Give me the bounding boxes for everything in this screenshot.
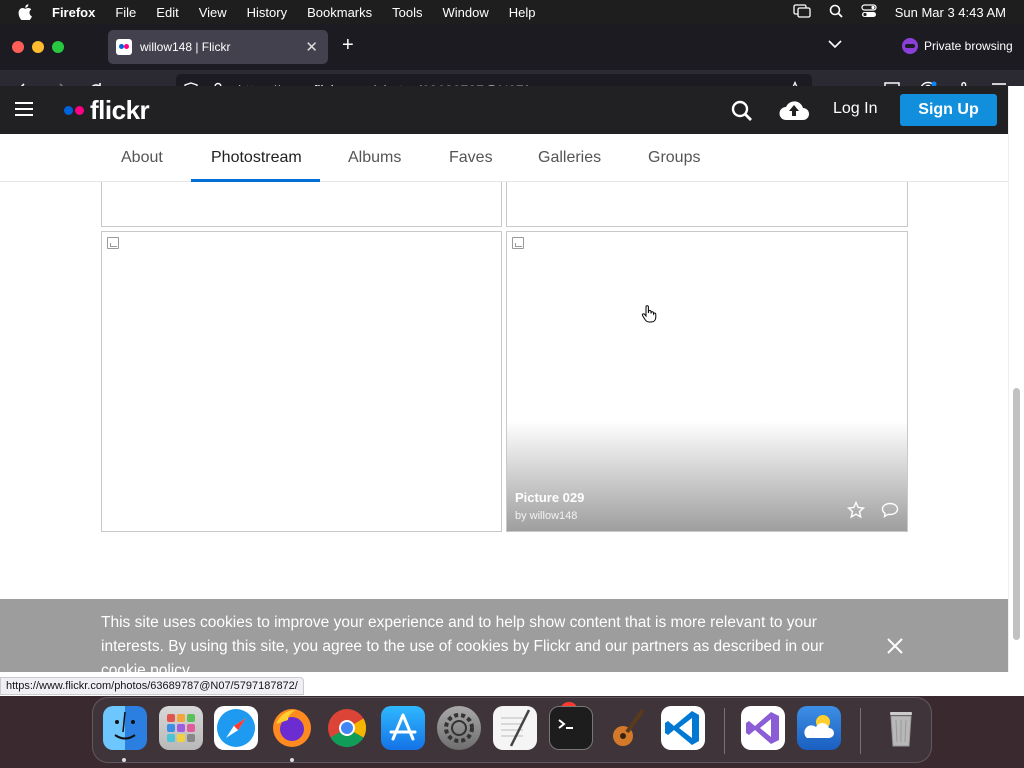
page-scrollbar-thumb[interactable] bbox=[1013, 388, 1020, 640]
tab-photostream[interactable]: Photostream bbox=[211, 149, 302, 167]
finder-running-indicator bbox=[122, 758, 126, 762]
menu-app-name[interactable]: Firefox bbox=[52, 5, 95, 20]
tab-groups[interactable]: Groups bbox=[648, 149, 700, 167]
flickr-logo[interactable]: flickr bbox=[64, 95, 150, 126]
terminal-icon[interactable] bbox=[549, 706, 593, 750]
minimize-window-button[interactable] bbox=[32, 41, 44, 53]
apple-icon[interactable] bbox=[18, 4, 36, 20]
comment-icon[interactable] bbox=[881, 502, 899, 523]
logo-blue-dot bbox=[64, 106, 73, 115]
photo-author[interactable]: by willow148 bbox=[515, 510, 577, 522]
logo-pink-dot bbox=[75, 106, 84, 115]
list-all-tabs-button[interactable] bbox=[828, 36, 842, 54]
tab-bar: willow148 | Flickr ✕ + Private browsing bbox=[0, 24, 1024, 70]
textedit-icon[interactable] bbox=[493, 706, 537, 750]
photo-tile[interactable] bbox=[101, 231, 502, 532]
close-window-button[interactable] bbox=[12, 41, 24, 53]
logo-wordmark: flickr bbox=[90, 95, 150, 125]
flickr-favicon-icon bbox=[116, 39, 132, 55]
upload-cloud-icon[interactable] bbox=[778, 98, 810, 127]
menu-bar: Firefox File Edit View History Bookmarks… bbox=[0, 0, 1024, 24]
broken-image-icon bbox=[107, 237, 119, 249]
menubar-clock[interactable]: Sun Mar 3 4:43 AM bbox=[895, 5, 1006, 20]
tab-about[interactable]: About bbox=[121, 149, 163, 167]
zoom-window-button[interactable] bbox=[52, 41, 64, 53]
menu-help[interactable]: Help bbox=[509, 5, 536, 20]
garageband-icon[interactable] bbox=[605, 706, 649, 750]
mouse-cursor-hand-icon bbox=[641, 305, 657, 328]
trash-icon[interactable] bbox=[879, 706, 923, 750]
safari-icon[interactable] bbox=[214, 706, 258, 750]
close-cookie-banner-icon[interactable] bbox=[886, 637, 904, 660]
private-mask-icon bbox=[902, 38, 918, 54]
app-store-icon[interactable] bbox=[381, 706, 425, 750]
menu-tools[interactable]: Tools bbox=[392, 5, 422, 20]
close-tab-icon[interactable]: ✕ bbox=[305, 38, 318, 56]
firefox-icon[interactable] bbox=[270, 706, 314, 750]
photo-tile-picture-029[interactable]: Picture 029 by willow148 bbox=[506, 231, 908, 532]
hamburger-menu-icon[interactable] bbox=[15, 102, 33, 116]
profile-subnav: About Photostream Albums Faves Galleries… bbox=[0, 134, 1008, 182]
menu-file[interactable]: File bbox=[115, 5, 136, 20]
new-tab-button[interactable]: + bbox=[342, 34, 354, 57]
visual-studio-icon[interactable] bbox=[741, 706, 785, 750]
screen-mirroring-icon[interactable] bbox=[793, 3, 811, 21]
flickr-page: flickr Log In Sign Up About Photostream … bbox=[0, 86, 1008, 672]
tab-title: willow148 | Flickr bbox=[140, 40, 231, 54]
cookie-banner-text: This site uses cookies to improve your e… bbox=[101, 614, 824, 672]
menu-view[interactable]: View bbox=[199, 5, 227, 20]
tab-faves[interactable]: Faves bbox=[449, 149, 493, 167]
chrome-icon[interactable] bbox=[325, 706, 369, 750]
system-settings-icon[interactable] bbox=[437, 706, 481, 750]
dock-separator bbox=[724, 708, 725, 754]
weather-icon[interactable] bbox=[797, 706, 841, 750]
firefox-running-indicator bbox=[290, 758, 294, 762]
search-icon[interactable] bbox=[731, 100, 753, 127]
private-browsing-indicator: Private browsing bbox=[902, 38, 1013, 54]
dock-separator bbox=[860, 708, 861, 754]
tab-albums[interactable]: Albums bbox=[348, 149, 401, 167]
flickr-header: flickr Log In Sign Up bbox=[0, 86, 1008, 134]
finder-icon[interactable] bbox=[103, 706, 147, 750]
spotlight-search-icon[interactable] bbox=[829, 4, 843, 21]
tab-flickr[interactable]: willow148 | Flickr ✕ bbox=[108, 30, 328, 64]
cookie-banner: This site uses cookies to improve your e… bbox=[0, 599, 1008, 672]
vscode-icon[interactable] bbox=[661, 706, 705, 750]
launchpad-icon[interactable] bbox=[159, 706, 203, 750]
private-browsing-label: Private browsing bbox=[924, 39, 1013, 53]
photo-tile[interactable] bbox=[101, 182, 502, 227]
menu-bookmarks[interactable]: Bookmarks bbox=[307, 5, 372, 20]
login-link[interactable]: Log In bbox=[833, 100, 877, 118]
broken-image-icon bbox=[512, 237, 524, 249]
menu-history[interactable]: History bbox=[247, 5, 287, 20]
photo-title[interactable]: Picture 029 bbox=[515, 490, 584, 505]
signup-button[interactable]: Sign Up bbox=[900, 94, 997, 126]
menu-edit[interactable]: Edit bbox=[156, 5, 178, 20]
fave-star-icon[interactable] bbox=[846, 500, 866, 524]
photo-tile[interactable] bbox=[506, 182, 908, 227]
menu-window[interactable]: Window bbox=[443, 5, 489, 20]
tab-galleries[interactable]: Galleries bbox=[538, 149, 601, 167]
link-status-bar: https://www.flickr.com/photos/63689787@N… bbox=[0, 677, 304, 695]
dock: 1 bbox=[92, 697, 932, 763]
control-center-icon[interactable] bbox=[861, 3, 877, 21]
